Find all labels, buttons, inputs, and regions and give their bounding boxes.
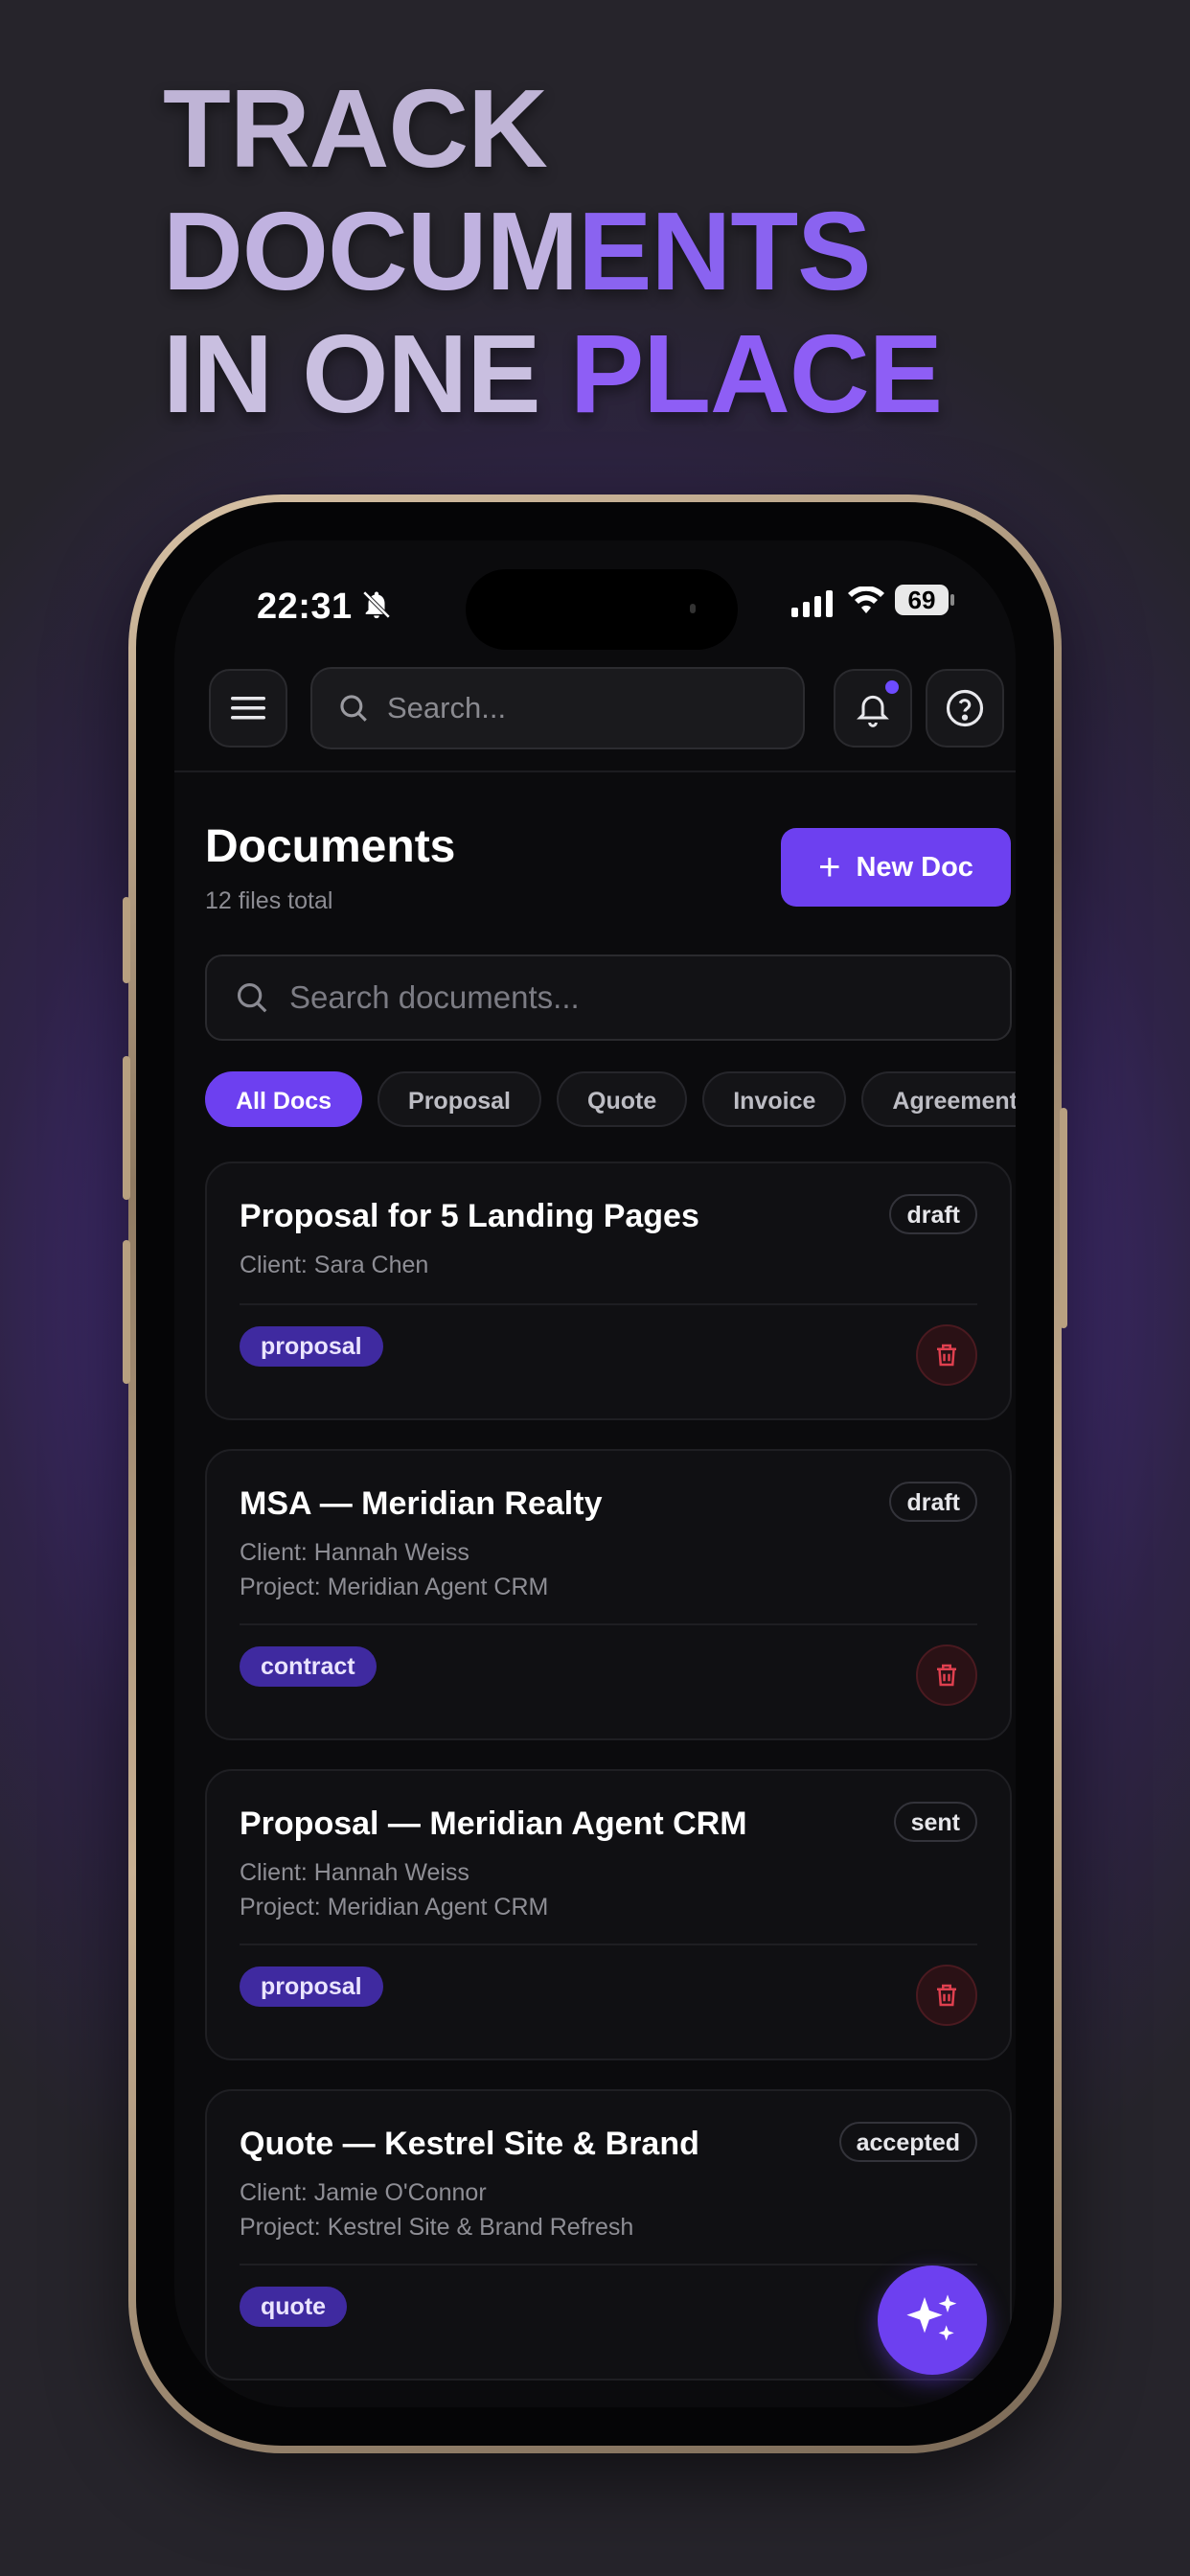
status-badge: draft [889, 1482, 977, 1522]
clock: 22:31 [257, 586, 353, 627]
document-title: Proposal for 5 Landing Pages [240, 1198, 699, 1234]
document-card[interactable]: MSA — Meridian Realty draft Client: Hann… [205, 1449, 1012, 1740]
search-icon [340, 695, 367, 722]
new-doc-button[interactable]: + New Doc [781, 828, 1011, 907]
document-card[interactable]: Proposal — Meridian Agent CRM sent Clien… [205, 1769, 1012, 2060]
document-search-placeholder: Search documents... [289, 979, 580, 1015]
dynamic-island [466, 569, 738, 650]
phone-frame: 22:31 69 Search... Documents 12 files to… [123, 494, 1067, 2453]
trash-icon [937, 1984, 956, 2007]
bell-icon [857, 695, 889, 727]
delete-button[interactable] [916, 1644, 977, 1706]
battery-indicator: 69 [895, 585, 949, 615]
volume-down-button [123, 1240, 130, 1384]
document-type-tag: proposal [240, 1326, 383, 1367]
global-search-placeholder: Search... [387, 691, 507, 724]
delete-button[interactable] [916, 1965, 977, 2026]
power-button [1060, 1108, 1067, 1328]
card-divider [240, 2264, 977, 2266]
file-count: 12 files total [205, 887, 333, 914]
cellular-signal-icon [791, 590, 833, 617]
document-search-input[interactable]: Search documents... [205, 954, 1012, 1041]
document-type-tag: proposal [240, 1966, 383, 2007]
trash-icon [937, 1344, 956, 1367]
document-title: Quote — Kestrel Site & Brand [240, 2126, 699, 2162]
document-title: MSA — Meridian Realty [240, 1485, 603, 1522]
filter-chip-invoice[interactable]: Invoice [702, 1071, 847, 1127]
card-divider [240, 1623, 977, 1625]
help-icon [946, 689, 984, 727]
battery-nub [950, 594, 954, 606]
document-client: Client: Hannah Weiss [240, 1859, 469, 1886]
status-badge: sent [893, 1802, 977, 1842]
status-badge: draft [889, 1194, 977, 1234]
document-client: Client: Sara Chen [240, 1252, 429, 1278]
menu-button[interactable] [209, 669, 287, 748]
bell-slash-icon [362, 590, 391, 619]
marketing-headline: TRACK DOCUMENTS IN ONE PLACE [163, 66, 943, 436]
volume-up-button [123, 1056, 130, 1200]
trash-icon [937, 1664, 956, 1687]
document-client: Client: Jamie O'Connor [240, 2179, 487, 2206]
card-divider [240, 1944, 977, 1945]
delete-button[interactable] [916, 1324, 977, 1386]
notification-badge [885, 680, 899, 694]
page-title: Documents [205, 821, 456, 872]
document-type-tag: contract [240, 1646, 377, 1687]
filter-chip-all-docs[interactable]: All Docs [205, 1071, 363, 1127]
document-project: Project: Meridian Agent CRM [240, 1574, 549, 1600]
wifi-icon [848, 586, 884, 613]
document-type-tag: quote [240, 2287, 348, 2327]
new-doc-label: New Doc [856, 851, 973, 883]
hamburger-icon [231, 697, 265, 720]
plus-icon: + [818, 846, 841, 888]
filter-chip-agreement[interactable]: Agreement [861, 1071, 1016, 1127]
phone-bezel: 22:31 69 Search... Documents 12 files to… [136, 502, 1054, 2446]
headline-line-2: DOCUMENTS [163, 189, 872, 313]
filter-chip-quote[interactable]: Quote [557, 1071, 688, 1127]
camera-dot [690, 604, 696, 613]
help-button[interactable] [926, 669, 1004, 748]
status-bar: 22:31 69 [174, 540, 1016, 650]
notifications-button[interactable] [834, 669, 912, 748]
document-client: Client: Hannah Weiss [240, 1539, 469, 1566]
document-project: Project: Meridian Agent CRM [240, 1894, 549, 1920]
global-search-input[interactable]: Search... [310, 667, 805, 749]
filter-chips: All Docs Proposal Quote Invoice Agreement [205, 1071, 1016, 1131]
headline-line-1: TRACK [163, 66, 548, 191]
headline-line-3: IN ONE PLACE [163, 311, 943, 436]
search-icon [237, 982, 267, 1013]
document-card[interactable]: Proposal for 5 Landing Pages draft Clien… [205, 1162, 1012, 1420]
filter-chip-proposal[interactable]: Proposal [378, 1071, 542, 1127]
sparkles-icon [906, 2294, 957, 2341]
app-screen: 22:31 69 Search... Documents 12 files to… [174, 540, 1016, 2407]
document-project: Project: Kestrel Site & Brand Refresh [240, 2214, 634, 2241]
status-badge: accepted [838, 2122, 977, 2162]
card-divider [240, 1303, 977, 1305]
document-title: Proposal — Meridian Agent CRM [240, 1806, 747, 1842]
mute-switch [123, 897, 130, 983]
ai-assistant-button[interactable] [878, 2266, 987, 2375]
